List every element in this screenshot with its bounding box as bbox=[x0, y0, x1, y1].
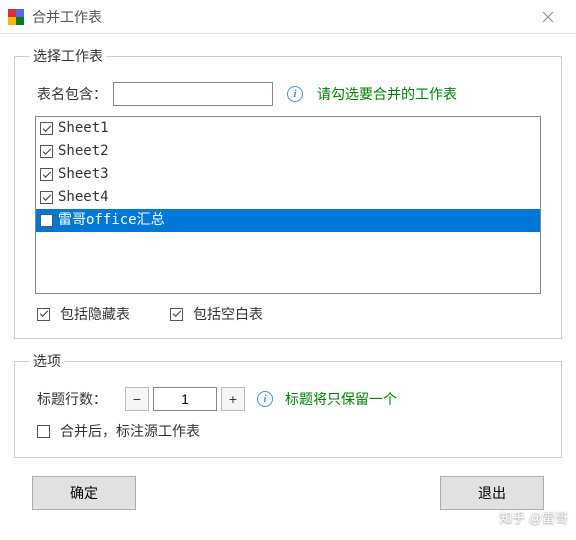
group-select-worksheets: 选择工作表 表名包含： i 请勾选要合并的工作表 Sheet1Sheet2She… bbox=[14, 46, 562, 339]
dialog-buttons: 确定 退出 bbox=[0, 466, 576, 522]
filter-hint: 请勾选要合并的工作表 bbox=[317, 84, 457, 104]
list-item-label: Sheet2 bbox=[58, 141, 109, 162]
include-hidden-label: 包括隐藏表 bbox=[60, 304, 130, 324]
checkbox-icon bbox=[170, 308, 183, 321]
list-item[interactable]: Sheet4 bbox=[36, 186, 540, 209]
group-options-legend: 选项 bbox=[29, 351, 65, 371]
filter-input[interactable] bbox=[113, 82, 273, 106]
app-icon bbox=[8, 9, 24, 25]
list-item[interactable]: Sheet3 bbox=[36, 163, 540, 186]
filter-label: 表名包含： bbox=[37, 84, 107, 104]
list-item-label: Sheet1 bbox=[58, 118, 109, 139]
list-item-label: Sheet3 bbox=[58, 164, 109, 185]
checkbox-icon[interactable] bbox=[40, 145, 53, 158]
include-blank-label: 包括空白表 bbox=[193, 304, 263, 324]
title-rows-increment[interactable]: + bbox=[221, 387, 245, 411]
title-rows-hint: 标题将只保留一个 bbox=[285, 389, 397, 409]
group-options: 选项 标题行数： − + i 标题将只保留一个 合并后，标注源工作表 bbox=[14, 351, 562, 458]
list-item[interactable]: Sheet2 bbox=[36, 140, 540, 163]
list-item[interactable]: 雷哥office汇总 bbox=[36, 209, 540, 232]
checkbox-icon bbox=[37, 425, 50, 438]
sheet-list[interactable]: Sheet1Sheet2Sheet3Sheet4雷哥office汇总 bbox=[35, 116, 541, 294]
annotate-source-checkbox[interactable]: 合并后，标注源工作表 bbox=[37, 421, 200, 441]
title-rows-label: 标题行数： bbox=[37, 389, 107, 409]
list-item[interactable]: Sheet1 bbox=[36, 117, 540, 140]
title-rows-decrement[interactable]: − bbox=[125, 387, 149, 411]
include-blank-checkbox[interactable]: 包括空白表 bbox=[170, 304, 263, 324]
checkbox-icon[interactable] bbox=[40, 122, 53, 135]
checkbox-icon[interactable] bbox=[40, 168, 53, 181]
titlebar: 合并工作表 bbox=[0, 0, 576, 34]
group-select-legend: 选择工作表 bbox=[29, 46, 107, 66]
ok-button[interactable]: 确定 bbox=[32, 476, 136, 510]
close-button[interactable] bbox=[528, 2, 568, 32]
checkbox-icon[interactable] bbox=[40, 191, 53, 204]
checkbox-icon bbox=[37, 308, 50, 321]
checkbox-icon[interactable] bbox=[40, 214, 53, 227]
info-icon[interactable]: i bbox=[287, 86, 303, 102]
list-item-label: 雷哥office汇总 bbox=[58, 210, 165, 231]
title-rows-input[interactable] bbox=[153, 387, 217, 411]
info-icon[interactable]: i bbox=[257, 391, 273, 407]
annotate-source-label: 合并后，标注源工作表 bbox=[60, 421, 200, 441]
window-title: 合并工作表 bbox=[32, 7, 528, 27]
cancel-button[interactable]: 退出 bbox=[440, 476, 544, 510]
list-item-label: Sheet4 bbox=[58, 187, 109, 208]
include-hidden-checkbox[interactable]: 包括隐藏表 bbox=[37, 304, 130, 324]
